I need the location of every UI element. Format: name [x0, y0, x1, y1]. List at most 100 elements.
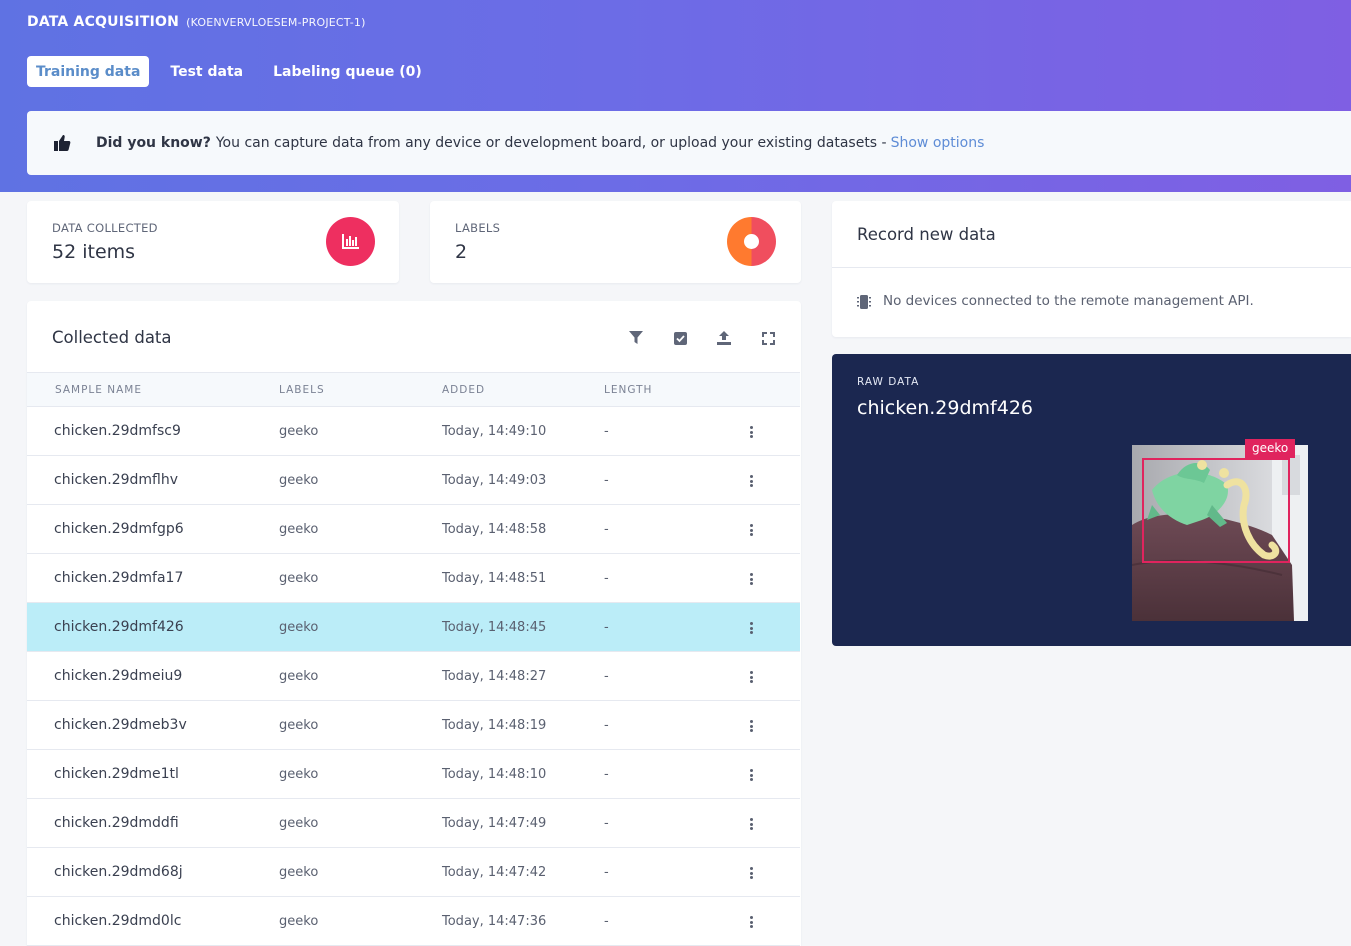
tip-text: You can capture data from any device or … [215, 135, 887, 151]
added-cell: Today, 14:48:10 [442, 767, 547, 782]
show-options-link[interactable]: Show options [891, 135, 985, 151]
thumbs-up-icon [54, 135, 71, 151]
sample-name-cell[interactable]: chicken.29dmflhv [54, 472, 178, 488]
table-header: SAMPLE NAME LABELS ADDED LENGTH [27, 372, 800, 407]
sample-name-cell[interactable]: chicken.29dmeiu9 [54, 668, 182, 684]
sample-name-cell[interactable]: chicken.29dme1tl [54, 766, 179, 782]
sample-name-cell[interactable]: chicken.29dmeb3v [54, 717, 187, 733]
tip-lead: Did you know? [96, 135, 211, 151]
select-icon[interactable] [670, 328, 690, 348]
added-cell: Today, 14:47:49 [442, 816, 547, 831]
project-name: (KOENVERVLOESEM-PROJECT-1) [186, 16, 366, 29]
sample-name-cell[interactable]: chicken.29dmd0lc [54, 913, 181, 929]
label-cell: geeko [279, 767, 319, 782]
column-sample-name[interactable]: SAMPLE NAME [55, 384, 142, 396]
length-cell: - [604, 816, 609, 831]
label-cell: geeko [279, 424, 319, 439]
length-cell: - [604, 571, 609, 586]
labels-label: LABELS [455, 221, 501, 235]
added-cell: Today, 14:49:10 [442, 424, 547, 439]
label-cell: geeko [279, 816, 319, 831]
upload-icon[interactable] [714, 328, 734, 348]
added-cell: Today, 14:48:51 [442, 571, 547, 586]
table-row[interactable]: chicken.29dmf426 geeko Today, 14:48:45 - [27, 603, 800, 652]
table-row[interactable]: chicken.29dmd0lc geeko Today, 14:47:36 - [27, 897, 800, 946]
labels-card: LABELS 2 [430, 201, 801, 283]
expand-icon[interactable] [758, 328, 778, 348]
bar-chart-icon [326, 217, 375, 266]
page-title-text: DATA ACQUISITION [27, 14, 179, 30]
more-options-icon[interactable] [745, 718, 757, 734]
table-row[interactable]: chicken.29dmfa17 geeko Today, 14:48:51 - [27, 554, 800, 603]
labels-value: 2 [455, 241, 468, 263]
collected-data-toolbar [626, 328, 778, 348]
sample-name-cell[interactable]: chicken.29dmfsc9 [54, 423, 181, 439]
more-options-icon[interactable] [745, 571, 757, 587]
bounding-box [1142, 458, 1290, 563]
sample-name-cell[interactable]: chicken.29dmfgp6 [54, 521, 184, 537]
raw-data-panel: RAW DATA chicken.29dmf426 geeko [832, 354, 1351, 646]
tip-banner: Did you know? You can capture data from … [27, 111, 1351, 175]
table-row[interactable]: chicken.29dmd68j geeko Today, 14:47:42 - [27, 848, 800, 897]
table-row[interactable]: chicken.29dmeb3v geeko Today, 14:48:19 - [27, 701, 800, 750]
added-cell: Today, 14:48:27 [442, 669, 547, 684]
table-row[interactable]: chicken.29dme1tl geeko Today, 14:48:10 - [27, 750, 800, 799]
data-collected-label: DATA COLLECTED [52, 221, 158, 235]
tab-bar: Training data Test data Labeling queue (… [27, 56, 431, 87]
label-cell: geeko [279, 669, 319, 684]
no-devices-message: No devices connected to the remote manag… [883, 293, 1254, 309]
column-length[interactable]: LENGTH [604, 384, 652, 396]
column-labels[interactable]: LABELS [279, 384, 325, 396]
length-cell: - [604, 865, 609, 880]
page-title: DATA ACQUISITION (KOENVERVLOESEM-PROJECT… [27, 14, 366, 30]
filter-icon[interactable] [626, 328, 646, 348]
label-cell: geeko [279, 865, 319, 880]
table-row[interactable]: chicken.29dmeiu9 geeko Today, 14:48:27 - [27, 652, 800, 701]
length-cell: - [604, 914, 609, 929]
table-row[interactable]: chicken.29dmfsc9 geeko Today, 14:49:10 - [27, 407, 800, 456]
chip-icon [857, 295, 871, 309]
tab-test-data[interactable]: Test data [161, 56, 252, 87]
more-options-icon[interactable] [745, 865, 757, 881]
tab-training-data[interactable]: Training data [27, 56, 150, 87]
more-options-icon[interactable] [745, 669, 757, 685]
table-row[interactable]: chicken.29dmflhv geeko Today, 14:49:03 - [27, 456, 800, 505]
table-row[interactable]: chicken.29dmddfi geeko Today, 14:47:49 - [27, 799, 800, 848]
length-cell: - [604, 522, 609, 537]
sample-name-cell[interactable]: chicken.29dmd68j [54, 864, 183, 880]
collected-data-title: Collected data [52, 328, 172, 347]
added-cell: Today, 14:48:45 [442, 620, 547, 635]
data-collected-card: DATA COLLECTED 52 items [27, 201, 399, 283]
label-cell: geeko [279, 522, 319, 537]
added-cell: Today, 14:47:36 [442, 914, 547, 929]
added-cell: Today, 14:48:19 [442, 718, 547, 733]
added-cell: Today, 14:47:42 [442, 865, 547, 880]
more-options-icon[interactable] [745, 473, 757, 489]
length-cell: - [604, 620, 609, 635]
sample-name-cell[interactable]: chicken.29dmddfi [54, 815, 179, 831]
more-options-icon[interactable] [745, 522, 757, 538]
label-cell: geeko [279, 620, 319, 635]
sample-name-cell[interactable]: chicken.29dmf426 [54, 619, 184, 635]
more-options-icon[interactable] [745, 816, 757, 832]
raw-data-label: RAW DATA [857, 376, 920, 388]
label-cell: geeko [279, 571, 319, 586]
length-cell: - [604, 669, 609, 684]
length-cell: - [604, 473, 609, 488]
collected-data-card: Collected data SAMPLE NAME LABELS ADDED … [27, 301, 801, 946]
record-new-data-title: Record new data [857, 225, 996, 244]
more-options-icon[interactable] [745, 914, 757, 930]
sample-name-cell[interactable]: chicken.29dmfa17 [54, 570, 183, 586]
more-options-icon[interactable] [745, 620, 757, 636]
label-cell: geeko [279, 914, 319, 929]
more-options-icon[interactable] [745, 767, 757, 783]
length-cell: - [604, 424, 609, 439]
length-cell: - [604, 718, 609, 733]
more-options-icon[interactable] [745, 424, 757, 440]
column-added[interactable]: ADDED [442, 384, 485, 396]
record-new-data-card: Record new data No devices connected to … [832, 201, 1351, 337]
table-row[interactable]: chicken.29dmfgp6 geeko Today, 14:48:58 - [27, 505, 800, 554]
tab-labeling-queue[interactable]: Labeling queue (0) [264, 56, 431, 87]
divider [832, 267, 1351, 268]
label-cell: geeko [279, 473, 319, 488]
